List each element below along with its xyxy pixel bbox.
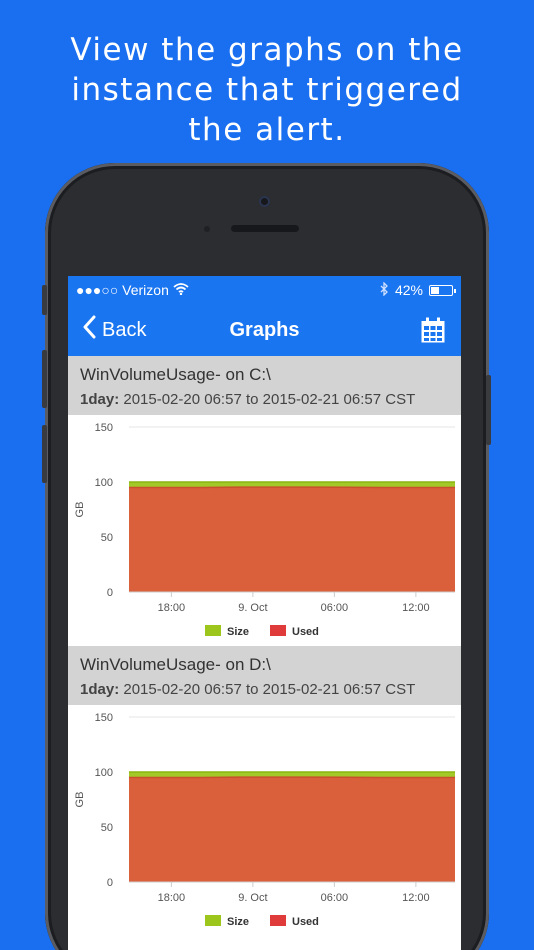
legend-swatch-size [205, 625, 221, 636]
legend-swatch-used [270, 915, 286, 926]
y-tick-label: 100 [95, 477, 113, 489]
graph-title: WinVolumeUsage- on C:\ [80, 365, 271, 384]
y-tick-label: 0 [107, 877, 113, 889]
carrier-label: ●●●○○ Verizon [76, 282, 169, 298]
y-tick-label: 50 [101, 822, 113, 834]
legend-label-size: Size [227, 916, 249, 928]
app-screen: ●●●○○ Verizon 42% Back Graphs WinVolumeU… [68, 276, 461, 950]
x-tick-label: 9. Oct [238, 892, 267, 904]
x-tick-label: 06:00 [321, 892, 349, 904]
battery-icon [429, 284, 456, 296]
volume-down-button [42, 425, 47, 483]
graph-panel-d: WinVolumeUsage- on D:\ 1day: 2015-02-20 … [68, 646, 461, 936]
series-area-used [129, 487, 455, 592]
y-tick-label: 150 [95, 422, 113, 434]
power-button [486, 375, 491, 445]
status-right: 42% [380, 276, 456, 304]
graph-title: WinVolumeUsage- on D:\ [80, 655, 271, 674]
front-camera [259, 196, 270, 207]
legend-label-used: Used [292, 626, 319, 638]
x-tick-label: 12:00 [402, 602, 430, 614]
status-bar: ●●●○○ Verizon 42% [68, 276, 461, 304]
range-prefix: 1day: [80, 391, 120, 408]
y-axis-label: GB [74, 792, 86, 808]
range-prefix: 1day: [80, 681, 120, 698]
headline-line-1: View the graphs on the [70, 32, 464, 68]
graph-time-range: 1day: 2015-02-20 06:57 to 2015-02-21 06:… [80, 678, 449, 702]
battery-level [431, 286, 440, 294]
calendar-button[interactable] [421, 317, 445, 343]
chart-svg: 0 50 100 150 GB 18:00 9. Oct 06:00 12:00 Size Used [74, 712, 455, 928]
y-axis-label: GB [74, 502, 86, 518]
volume-up-button [42, 350, 47, 408]
y-tick-label: 0 [107, 587, 113, 599]
carrier-info: ●●●○○ Verizon [76, 282, 189, 298]
chart-svg: 0 50 100 150 GB 18:00 9. Oct 06:00 12:00 Size Used [74, 422, 455, 638]
y-tick-label: 100 [95, 767, 113, 779]
x-tick-label: 18:00 [158, 892, 186, 904]
battery-percent: 42% [394, 282, 423, 298]
promo-headline: View the graphs on the instance that tri… [0, 30, 534, 150]
range-text: 2015-02-20 06:57 to 2015-02-21 06:57 CST [119, 681, 416, 698]
series-area-used [129, 777, 455, 882]
bluetooth-icon [380, 280, 389, 299]
proximity-sensor [204, 226, 210, 232]
graph-panel-c: WinVolumeUsage- on C:\ 1day: 2015-02-20 … [68, 356, 461, 646]
legend-swatch-size [205, 915, 221, 926]
y-tick-label: 150 [95, 712, 113, 724]
x-tick-label: 06:00 [321, 602, 349, 614]
x-tick-label: 12:00 [402, 892, 430, 904]
wifi-icon [173, 282, 189, 298]
chart-c[interactable]: 0 50 100 150 GB 18:00 9. Oct 06:00 12:00 Size Used [68, 415, 461, 646]
graph-time-range: 1day: 2015-02-20 06:57 to 2015-02-21 06:… [80, 388, 449, 412]
legend-swatch-used [270, 625, 286, 636]
earpiece-speaker [231, 225, 299, 232]
mute-switch [42, 285, 47, 315]
legend-label-used: Used [292, 916, 319, 928]
x-tick-label: 18:00 [158, 602, 186, 614]
page-title: Graphs [229, 319, 300, 341]
calendar-icon [421, 317, 445, 347]
nav-bar: Back Graphs [68, 304, 461, 356]
headline-line-3: the alert. [188, 112, 346, 148]
range-text: 2015-02-20 06:57 to 2015-02-21 06:57 CST [119, 391, 416, 408]
headline-line-2: instance that triggered [71, 72, 463, 108]
chart-d[interactable]: 0 50 100 150 GB 18:00 9. Oct 06:00 12:00 Size Used [68, 705, 461, 936]
legend-label-size: Size [227, 626, 249, 638]
graph-header: WinVolumeUsage- on D:\ 1day: 2015-02-20 … [68, 646, 461, 705]
graph-header: WinVolumeUsage- on C:\ 1day: 2015-02-20 … [68, 356, 461, 415]
y-tick-label: 50 [101, 532, 113, 544]
x-tick-label: 9. Oct [238, 602, 267, 614]
